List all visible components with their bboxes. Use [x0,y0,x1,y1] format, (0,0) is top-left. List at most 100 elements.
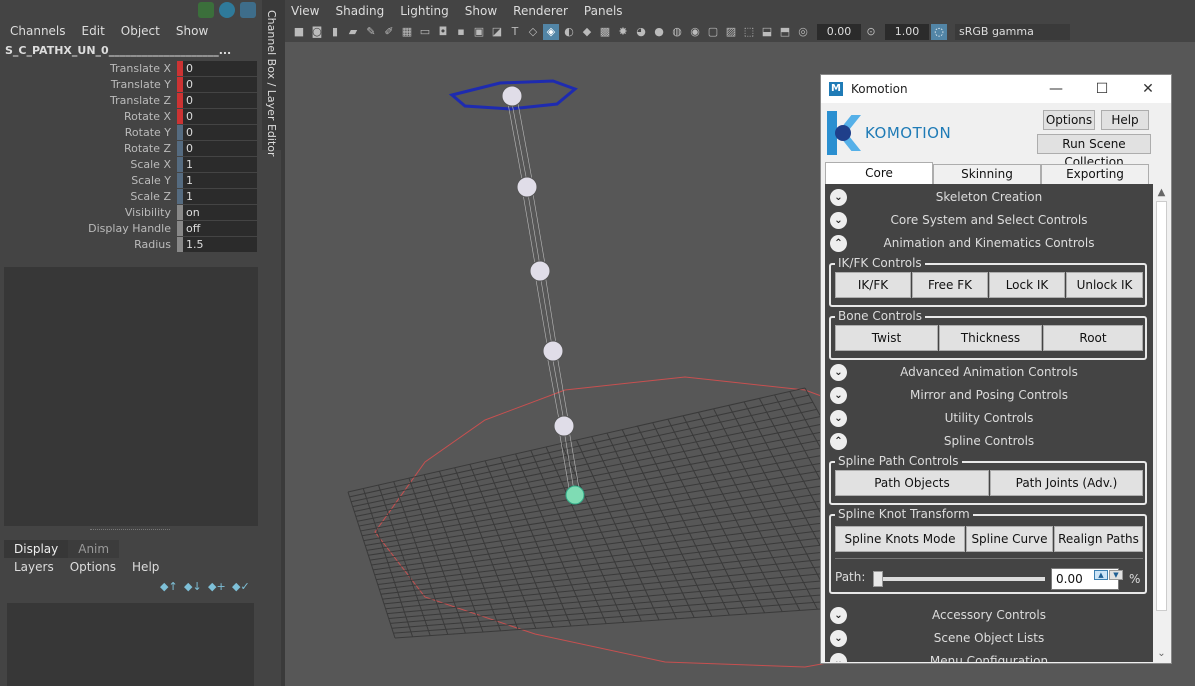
attribute-row[interactable]: Display Handle off [0,220,257,236]
menu-help[interactable]: Help [132,560,159,574]
menu-view[interactable]: View [291,4,319,18]
menu-shading[interactable]: Shading [335,4,384,18]
attribute-label[interactable]: Translate Z [0,94,177,107]
options-button[interactable]: Options [1043,110,1095,130]
shadows-icon[interactable]: ◕ [633,24,649,40]
attribute-row[interactable]: Visibility on [0,204,257,220]
section-mirror-posing[interactable]: ⌄ Mirror and Posing Controls [825,384,1153,407]
attribute-row[interactable]: Rotate Y 0 [0,124,257,140]
menu-layers[interactable]: Layers [14,560,54,574]
ikfk-button[interactable]: IK/FK [835,272,911,298]
modeling-toolkit-icon[interactable] [240,2,256,18]
move-layer-up-icon[interactable]: ◆↑ [160,580,178,594]
move-layer-down-icon[interactable]: ◆↓ [184,580,202,594]
attribute-label[interactable]: Visibility [0,206,177,219]
komotion-scrollbar[interactable]: ▲ ⌄ [1153,184,1170,662]
section-menu-configuration[interactable]: ⌄ Menu Configuration [825,650,1153,662]
grease-pencil-icon[interactable]: ✐ [381,24,397,40]
gamma-icon[interactable]: ⊙ [863,24,879,40]
section-scene-object-lists[interactable]: ⌄ Scene Object Lists [825,627,1153,650]
menu-show-vp[interactable]: Show [465,4,497,18]
attribute-label[interactable]: Scale X [0,158,177,171]
attribute-label[interactable]: Translate X [0,62,177,75]
menu-lighting[interactable]: Lighting [400,4,449,18]
attribute-label[interactable]: Display Handle [0,222,177,235]
safe-action-icon[interactable]: ◪ [489,24,505,40]
attribute-editor-icon[interactable] [219,2,235,18]
attribute-label[interactable]: Rotate Z [0,142,177,155]
textured-icon[interactable]: ▩ [597,24,613,40]
attribute-row[interactable]: Scale X 1 [0,156,257,172]
menu-show[interactable]: Show [176,24,208,42]
section-utility[interactable]: ⌄ Utility Controls [825,407,1153,430]
unlock-ik-button[interactable]: Unlock IK [1066,272,1143,298]
attribute-value[interactable]: 0 [183,92,257,108]
scroll-up-icon[interactable]: ▲ [1153,184,1170,201]
tab-display[interactable]: Display [4,540,69,558]
channel-box-splitter[interactable] [0,256,262,264]
path-objects-button[interactable]: Path Objects [835,470,989,496]
attribute-value[interactable]: 0 [183,60,257,76]
color-management-icon[interactable]: ◌ [931,23,947,40]
panel-drag-handle[interactable] [90,529,170,533]
scroll-down-icon[interactable]: ⌄ [1153,645,1170,662]
attribute-value[interactable]: 1 [183,172,257,188]
section-advanced-animation[interactable]: ⌄ Advanced Animation Controls [825,361,1153,384]
attribute-value[interactable]: 1 [183,156,257,172]
lights-icon[interactable]: ✸ [615,24,631,40]
section-skeleton-creation[interactable]: ⌄ Skeleton Creation [825,186,1153,209]
tab-anim[interactable]: Anim [68,540,120,558]
anti-aliasing-icon[interactable]: ◉ [687,24,703,40]
path-slider-thumb[interactable] [873,571,883,587]
ambient-occlusion-icon[interactable]: ● [651,24,667,40]
free-fk-button[interactable]: Free FK [912,272,988,298]
path-joints-button[interactable]: Path Joints (Adv.) [990,470,1143,496]
close-icon[interactable]: ✕ [1125,75,1171,103]
realign-paths-button[interactable]: Realign Paths [1054,526,1143,552]
smooth-shade-icon[interactable]: ◈ [543,23,559,40]
tab-core[interactable]: Core [825,162,933,185]
gamma-field[interactable]: 1.00 [885,23,929,40]
wireframe-on-shaded-icon[interactable]: ◆ [579,24,595,40]
xray-icon[interactable]: ⬚ [741,24,757,40]
exposure-icon[interactable]: ◎ [795,24,811,40]
default-material-icon[interactable]: ◐ [561,24,577,40]
camera-attributes-icon[interactable]: ◙ [309,24,325,40]
attribute-row[interactable]: Rotate X 0 [0,108,257,124]
attribute-row[interactable]: Scale Y 1 [0,172,257,188]
attribute-label[interactable]: Scale Y [0,174,177,187]
gate-mask-icon[interactable]: ▪ [453,24,469,40]
isolate-select-icon[interactable]: ▨ [723,24,739,40]
menu-channels[interactable]: Channels [10,24,66,42]
attribute-value[interactable]: on [183,204,257,220]
minimize-icon[interactable]: — [1033,75,1079,103]
tab-exporting[interactable]: Exporting [1041,164,1149,184]
grid-icon[interactable]: ▦ [399,24,415,40]
field-chart-icon[interactable]: ▣ [471,24,487,40]
image-plane-icon[interactable]: ▰ [345,24,361,40]
section-accessory[interactable]: ⌄ Accessory Controls [825,604,1153,627]
xray-joints-icon[interactable]: ⬓ [759,24,775,40]
attribute-value[interactable]: off [183,220,257,236]
attribute-value[interactable]: 0 [183,108,257,124]
menu-panels[interactable]: Panels [584,4,623,18]
motion-blur-icon[interactable]: ◍ [669,24,685,40]
object-name[interactable]: S_C_PATHX_UN_0____________________... [5,44,231,57]
attribute-row[interactable]: Translate X 0 [0,60,257,76]
new-layer-selected-icon[interactable]: ◆✓ [232,580,250,594]
resolution-gate-icon[interactable]: ◘ [435,24,451,40]
thickness-button[interactable]: Thickness [939,325,1042,351]
run-scene-collection-button[interactable]: Run Scene Collection [1037,134,1151,169]
lock-ik-button[interactable]: Lock IK [989,272,1065,298]
xray-active-icon[interactable]: ⬒ [777,24,793,40]
menu-edit[interactable]: Edit [82,24,105,42]
attribute-value[interactable]: 1 [183,188,257,204]
maximize-icon[interactable]: ☐ [1079,75,1125,103]
safe-title-icon[interactable]: T [507,24,523,40]
attribute-value[interactable]: 0 [183,76,257,92]
section-spline[interactable]: ⌃ Spline Controls [825,430,1153,453]
attribute-value[interactable]: 1.5 [183,236,257,252]
komotion-title-bar[interactable]: M Komotion — ☐ ✕ [821,75,1171,103]
camera-select-icon[interactable]: ■ [291,24,307,40]
spline-knots-mode-button[interactable]: Spline Knots Mode [835,526,965,552]
